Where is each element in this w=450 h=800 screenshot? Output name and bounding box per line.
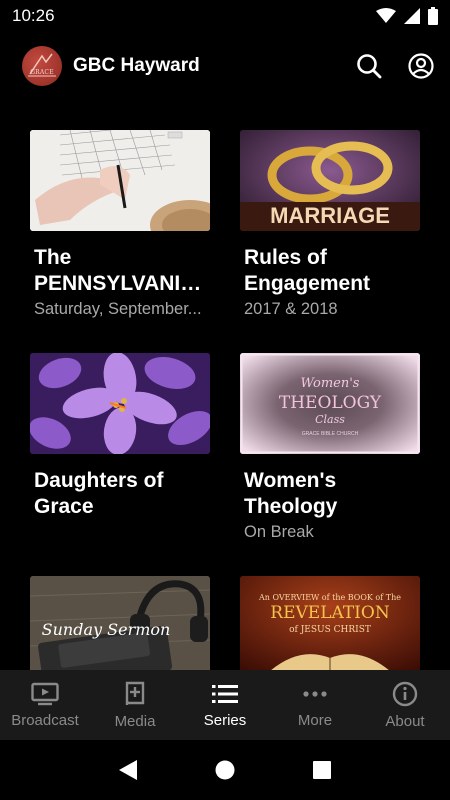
app-title: GBC Hayward: [73, 55, 200, 76]
thumb-line4: GRACE BIBLE CHURCH: [302, 431, 359, 437]
info-icon: [392, 681, 418, 706]
nav-label: About: [385, 712, 425, 730]
nav-broadcast[interactable]: Broadcast: [0, 670, 90, 740]
account-icon[interactable]: [408, 53, 434, 79]
series-card[interactable]: Daughters of Grace: [30, 353, 210, 521]
thumb-line3: of JESUS CHRIST: [289, 625, 371, 635]
church-logo: GRACE: [22, 46, 62, 86]
nav-media[interactable]: Media: [90, 670, 180, 740]
series-card[interactable]: The PENNSYLVANIA... Saturday, September.…: [30, 130, 210, 320]
logo-text: GRACE: [30, 68, 54, 76]
nav-label: Series: [203, 711, 247, 729]
series-thumbnail: Women's THEOLOGY Class GRACE BIBLE CHURC…: [240, 353, 420, 454]
search-icon[interactable]: [356, 53, 382, 79]
series-card[interactable]: MARRIAGE Rules of Engagement 2017 & 2018: [240, 130, 420, 320]
status-time: 10:26: [12, 6, 55, 25]
wifi-icon: [376, 8, 396, 23]
recents-icon[interactable]: [311, 759, 333, 781]
series-card[interactable]: An OVERVIEW of the BOOK of The REVELATIO…: [240, 576, 420, 670]
home-icon[interactable]: [214, 759, 236, 781]
thumb-text: MARRIAGE: [270, 203, 390, 228]
series-title: Rules of Engagement: [244, 246, 371, 295]
signal-icon: [404, 8, 420, 24]
thumb-line1: Women's: [301, 376, 360, 391]
series-title: Daughters of Grace: [34, 469, 164, 518]
series-card[interactable]: Sunday Sermon: [30, 576, 210, 670]
series-title: The PENNSYLVANIA...: [34, 246, 210, 295]
app-bar: GRACE GBC Hayward: [0, 32, 450, 100]
series-thumbnail: [30, 353, 210, 454]
more-horiz-icon: [303, 690, 327, 697]
series-subtitle: On Break: [244, 523, 314, 541]
status-icons: [376, 7, 438, 25]
tv-icon: [31, 682, 59, 705]
back-icon[interactable]: [117, 759, 139, 781]
series-title: Women's Theology: [244, 469, 338, 518]
series-thumbnail: Sunday Sermon: [30, 576, 210, 670]
series-grid: The PENNSYLVANIA... Saturday, September.…: [0, 100, 450, 670]
nav-label: Broadcast: [11, 711, 79, 729]
series-subtitle: Saturday, September...: [34, 300, 202, 318]
thumb-line2: THEOLOGY: [279, 393, 382, 413]
series-thumbnail: An OVERVIEW of the BOOK of The REVELATIO…: [240, 576, 420, 670]
thumb-text: Sunday Sermon: [42, 620, 171, 639]
series-card[interactable]: Women's THEOLOGY Class GRACE BIBLE CHURC…: [240, 353, 420, 543]
app-actions: [356, 53, 434, 79]
nav-series[interactable]: Series: [180, 670, 270, 740]
list-icon: [212, 684, 238, 703]
nav-label: More: [297, 711, 333, 729]
thumb-line3: Class: [315, 413, 345, 426]
nav-about[interactable]: About: [360, 670, 450, 740]
thumb-line1: An OVERVIEW of the BOOK of The: [258, 593, 401, 602]
thumb-line2: REVELATION: [270, 603, 390, 623]
nav-more[interactable]: More: [270, 670, 360, 740]
bottom-navigation: Broadcast Media Series More About: [0, 670, 450, 740]
nav-label: Media: [114, 712, 156, 730]
status-bar: 10:26: [0, 0, 450, 32]
battery-icon: [428, 7, 438, 25]
series-subtitle: 2017 & 2018: [244, 300, 338, 318]
series-thumbnail: [30, 130, 210, 231]
system-navigation: [0, 740, 450, 800]
series-thumbnail: MARRIAGE: [240, 130, 420, 231]
book-plus-icon: [125, 681, 145, 705]
